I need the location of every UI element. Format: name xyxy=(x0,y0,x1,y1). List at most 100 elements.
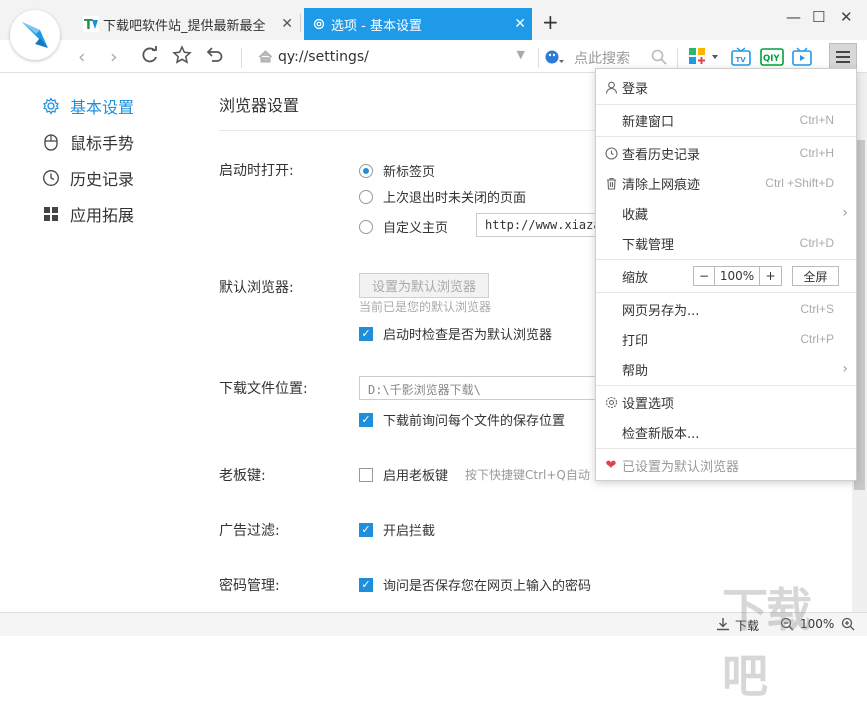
url-text[interactable]: qy://settings/ xyxy=(278,49,369,65)
menu-button[interactable] xyxy=(829,43,857,71)
sidebar-item-mouse-gestures[interactable]: 鼠标手势 xyxy=(42,130,134,154)
tv-label: TV xyxy=(736,56,747,64)
sidebar-item-basic-settings[interactable]: 基本设置 xyxy=(42,94,134,118)
checkbox[interactable] xyxy=(359,467,373,482)
radio-button[interactable] xyxy=(359,219,373,234)
checkbox[interactable]: ✓ xyxy=(359,522,373,537)
menu-item-shortcut: Ctrl+P xyxy=(800,332,834,346)
svg-text:T: T xyxy=(84,18,93,32)
mouse-icon xyxy=(42,133,60,151)
menu-item-downloads[interactable]: 下载管理 Ctrl+D xyxy=(596,229,856,257)
gear-icon xyxy=(42,97,60,115)
menu-item-login[interactable]: 登录 xyxy=(596,73,856,101)
startup-label: 启动时打开: xyxy=(219,163,294,179)
watermark: 下载吧 xyxy=(722,583,812,703)
tab-divider xyxy=(300,14,301,32)
minimize-button[interactable]: — xyxy=(786,8,801,26)
tab-settings[interactable]: 选项 - 基本设置 ✕ xyxy=(304,8,532,40)
option-label: 新标签页 xyxy=(383,165,436,180)
title-bar: T 下载吧软件站_提供最新最全 ✕ 选项 - 基本设置 ✕ + — ☐ ✕ xyxy=(0,0,867,40)
menu-item-new-window[interactable]: 新建窗口 Ctrl+N xyxy=(596,106,856,134)
forward-icon[interactable]: › xyxy=(110,46,118,68)
boss-key-hint: 按下快捷键Ctrl+Q自动 xyxy=(465,468,590,482)
gear-icon xyxy=(312,17,326,31)
site-favicon-icon: T xyxy=(83,16,99,33)
maximize-button[interactable]: ☐ xyxy=(812,8,825,26)
tab-close-icon[interactable]: ✕ xyxy=(514,16,526,32)
tab-close-icon[interactable]: ✕ xyxy=(281,16,293,32)
radio-button[interactable] xyxy=(359,189,373,204)
startup-option-homepage[interactable]: 自定义主页 xyxy=(359,217,448,236)
boss-key-option[interactable]: 启用老板键 xyxy=(359,465,448,484)
chevron-down-icon[interactable]: ▼ xyxy=(517,48,525,61)
new-tab-button[interactable]: + xyxy=(542,10,559,34)
option-label: 上次退出时未关闭的页面 xyxy=(383,191,527,206)
option-label: 开启拦截 xyxy=(383,524,436,539)
search-icon[interactable] xyxy=(651,49,667,69)
menu-item-label: 缩放 xyxy=(622,270,649,286)
menu-item-label: 清除上网痕迹 xyxy=(622,177,701,193)
menu-item-check-update[interactable]: 检查新版本... xyxy=(596,418,856,446)
menu-item-label: 收藏 xyxy=(622,207,649,223)
undo-close-icon[interactable] xyxy=(204,45,224,70)
set-default-browser-button[interactable]: 设置为默认浏览器 xyxy=(359,273,489,298)
menu-item-print[interactable]: 打印 Ctrl+P xyxy=(596,325,856,353)
checkbox[interactable]: ✓ xyxy=(359,412,373,427)
home-icon[interactable] xyxy=(258,49,273,68)
sidebar-item-history[interactable]: 历史记录 xyxy=(42,166,134,190)
heart-icon: ❤ xyxy=(605,457,617,473)
menu-item-label: 下载管理 xyxy=(622,237,675,253)
radio-button[interactable] xyxy=(359,163,373,178)
download-path-input[interactable]: D:\千影浏览器下载\ xyxy=(359,376,601,400)
menu-item-save-as[interactable]: 网页另存为... Ctrl+S xyxy=(596,295,856,323)
menu-item-help[interactable]: 帮助 › xyxy=(596,355,856,383)
menu-item-history[interactable]: 查看历史记录 Ctrl+H xyxy=(596,139,856,167)
menu-item-favorites[interactable]: 收藏 › xyxy=(596,199,856,227)
menu-item-clear-traces[interactable]: 清除上网痕迹 Ctrl +Shift+D xyxy=(596,169,856,197)
search-box[interactable]: 点此搜索 xyxy=(541,44,671,70)
startup-option-restore[interactable]: 上次退出时未关闭的页面 xyxy=(359,187,526,206)
check-default-option[interactable]: ✓ 启动时检查是否为默认浏览器 xyxy=(359,324,552,343)
checkbox[interactable]: ✓ xyxy=(359,326,373,341)
menu-item-label: 网页另存为... xyxy=(622,303,700,319)
option-label: 启用老板键 xyxy=(383,469,449,484)
chevron-right-icon: › xyxy=(842,205,848,221)
page-title: 浏览器设置 xyxy=(219,96,300,115)
sidebar-item-label: 历史记录 xyxy=(70,170,135,189)
checkbox[interactable]: ✓ xyxy=(359,577,373,592)
trash-icon xyxy=(604,176,618,190)
sidebar-item-extensions[interactable]: 应用拓展 xyxy=(42,202,134,226)
tab-xiazaiba[interactable]: T 下载吧软件站_提供最新最全 ✕ xyxy=(77,8,299,40)
sidebar-item-label: 基本设置 xyxy=(70,98,135,117)
close-window-button[interactable]: ✕ xyxy=(840,8,853,26)
tab-title: 选项 - 基本设置 xyxy=(331,18,422,34)
apps-grid-icon xyxy=(42,205,60,223)
menu-item-label: 打印 xyxy=(622,333,649,349)
search-engine-icon[interactable] xyxy=(545,49,565,69)
browser-logo[interactable] xyxy=(10,10,60,60)
menu-item-label: 新建窗口 xyxy=(622,114,675,130)
address-bar[interactable]: qy://settings/ ▼ xyxy=(252,44,535,70)
tab-title: 下载吧软件站_提供最新最全 xyxy=(103,18,266,34)
boss-key-label: 老板键: xyxy=(219,468,266,484)
menu-item-zoom: 缩放 − 100% + 全屏 xyxy=(596,262,856,290)
menu-item-shortcut: Ctrl+S xyxy=(800,302,834,316)
menu-item-settings[interactable]: 设置选项 xyxy=(596,388,856,416)
menu-item-label: 帮助 xyxy=(622,363,649,379)
password-option[interactable]: ✓ 询问是否保存您在网页上输入的密码 xyxy=(359,575,591,594)
ad-filter-option[interactable]: ✓ 开启拦截 xyxy=(359,520,435,539)
menu-item-label: 登录 xyxy=(622,81,649,97)
fullscreen-button[interactable]: 全屏 xyxy=(792,266,839,286)
option-label: 自定义主页 xyxy=(383,221,449,236)
sidebar-item-label: 应用拓展 xyxy=(70,206,135,225)
refresh-icon[interactable] xyxy=(140,45,160,70)
option-label: 下载前询问每个文件的保存位置 xyxy=(383,414,566,429)
homepage-url-input[interactable]: http://www.xiaza xyxy=(476,213,601,237)
zoom-in-button[interactable]: + xyxy=(760,267,781,285)
star-icon[interactable] xyxy=(172,45,192,70)
ask-save-location-option[interactable]: ✓ 下载前询问每个文件的保存位置 xyxy=(359,410,565,429)
startup-option-newtab[interactable]: 新标签页 xyxy=(359,161,435,180)
zoom-out-button[interactable]: − xyxy=(694,267,715,285)
back-icon[interactable]: ‹ xyxy=(78,46,86,68)
search-input[interactable]: 点此搜索 xyxy=(574,48,630,68)
